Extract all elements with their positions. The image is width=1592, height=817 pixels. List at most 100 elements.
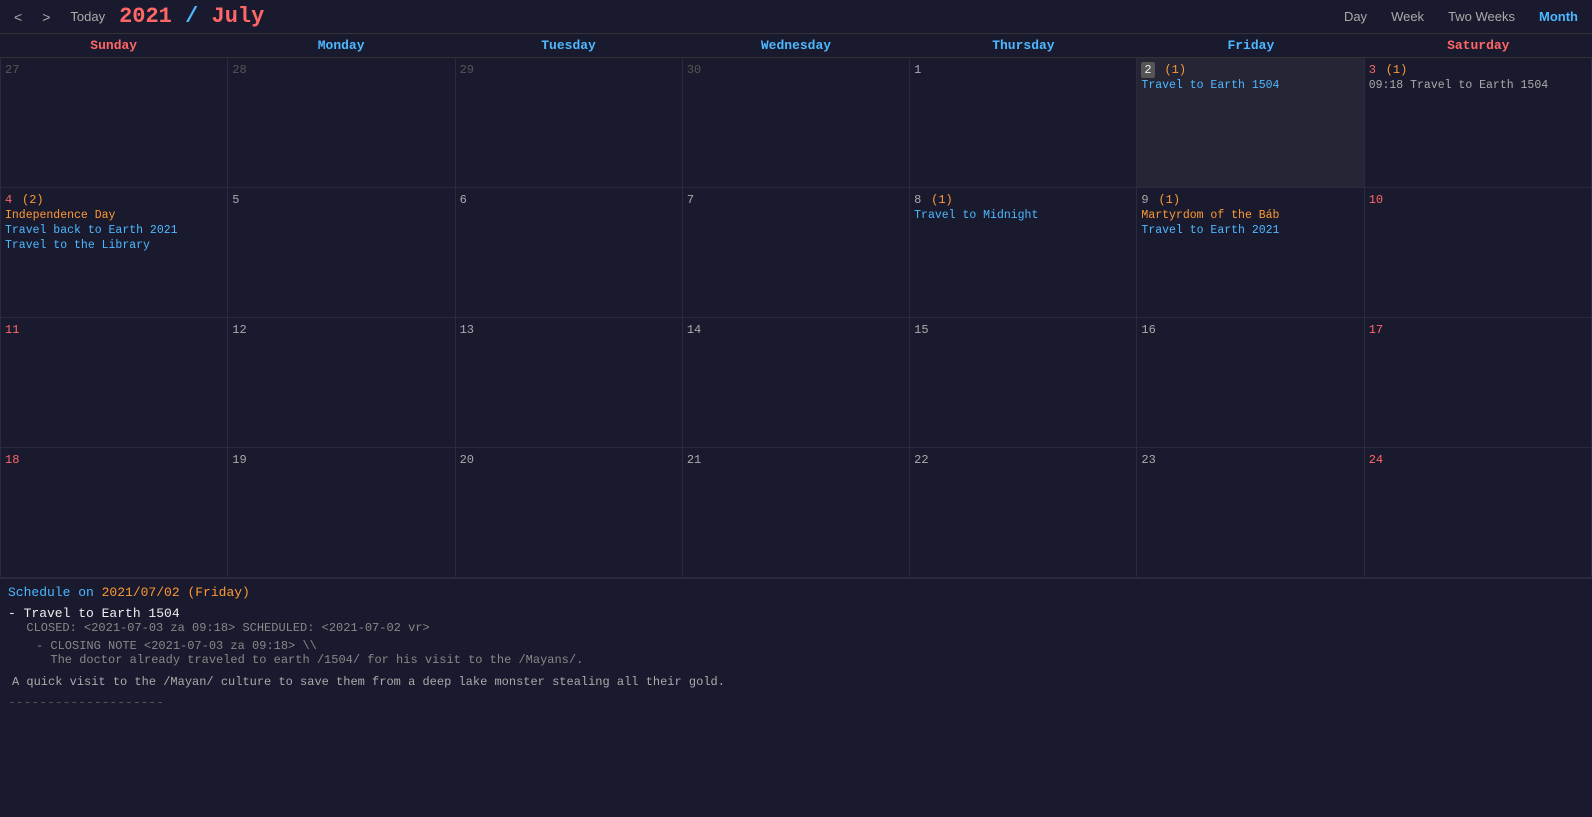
date-jul1: 1 — [914, 63, 921, 77]
event-jul9-1[interactable]: Travel to Earth 2021 — [1141, 224, 1359, 237]
schedule-entry-1: - Travel to Earth 1504 CLOSED: <2021-07-… — [8, 606, 1584, 689]
cell-jul2[interactable]: 2 (1) Travel to Earth 1504 — [1137, 58, 1364, 188]
title-year: 2021 — [119, 4, 172, 29]
view-switcher: Day Week Two Weeks Month — [1338, 7, 1584, 26]
next-button[interactable]: > — [36, 7, 56, 27]
view-month-button[interactable]: Month — [1533, 7, 1584, 26]
today-button[interactable]: Today — [64, 7, 111, 26]
date-jul5: 5 — [232, 193, 239, 207]
cell-jul18[interactable]: 18 — [1, 448, 228, 578]
date-jul17: 17 — [1369, 323, 1383, 337]
header-monday: Monday — [227, 34, 454, 57]
cell-jul11[interactable]: 11 — [1, 318, 228, 448]
cell-jul16[interactable]: 16 — [1137, 318, 1364, 448]
schedule-meta: CLOSED: <2021-07-03 za 09:18> SCHEDULED:… — [12, 621, 1584, 635]
cell-jul20[interactable]: 20 — [456, 448, 683, 578]
cell-jul15[interactable]: 15 — [910, 318, 1137, 448]
view-twoweeks-button[interactable]: Two Weeks — [1442, 7, 1521, 26]
cell-jun27[interactable]: 27 — [1, 58, 228, 188]
date-jul11: 11 — [5, 323, 19, 337]
cell-jul10[interactable]: 10 — [1365, 188, 1592, 318]
date-jul3: 3 — [1369, 63, 1376, 77]
cell-jul9[interactable]: 9 (1) Martyrdom of the Báb Travel to Ear… — [1137, 188, 1364, 318]
event-count-jul2: (1) — [1164, 63, 1186, 77]
title-month: July — [212, 4, 265, 29]
cell-jul23[interactable]: 23 — [1137, 448, 1364, 578]
date-jul18: 18 — [5, 453, 19, 467]
schedule-section: Schedule on 2021/07/02 (Friday) - Travel… — [0, 578, 1592, 716]
event-jul3-1[interactable]: 09:18 Travel to Earth 1504 — [1369, 79, 1587, 92]
view-day-button[interactable]: Day — [1338, 7, 1373, 26]
header-tuesday: Tuesday — [455, 34, 682, 57]
cell-jun28[interactable]: 28 — [228, 58, 455, 188]
date-jun30: 30 — [687, 63, 701, 77]
header-wednesday: Wednesday — [682, 34, 909, 57]
cell-jul4[interactable]: 4 (2) Independence Day Travel back to Ea… — [1, 188, 228, 318]
calendar-title: 2021 / July — [119, 4, 264, 29]
view-week-button[interactable]: Week — [1385, 7, 1430, 26]
date-jun28: 28 — [232, 63, 246, 77]
schedule-desc: A quick visit to the /Mayan/ culture to … — [12, 675, 1584, 689]
date-jul6: 6 — [460, 193, 467, 207]
cell-jun30[interactable]: 30 — [683, 58, 910, 188]
header-friday: Friday — [1137, 34, 1364, 57]
cell-jul24[interactable]: 24 — [1365, 448, 1592, 578]
cell-jul19[interactable]: 19 — [228, 448, 455, 578]
date-jul8: 8 — [914, 193, 921, 207]
schedule-note-1: - CLOSING NOTE <2021-07-03 za 09:18> \\ — [36, 639, 1584, 653]
header-left: < > Today 2021 / July — [8, 4, 264, 29]
date-jul7: 7 — [687, 193, 694, 207]
date-jul23: 23 — [1141, 453, 1155, 467]
cell-jul8[interactable]: 8 (1) Travel to Midnight — [910, 188, 1137, 318]
cell-jul14[interactable]: 14 — [683, 318, 910, 448]
event-jul4-2[interactable]: Travel to the Library — [5, 239, 223, 252]
calendar-grid: 27 28 29 30 1 2 (1) Travel to Earth 1504… — [0, 58, 1592, 578]
date-jul20: 20 — [460, 453, 474, 467]
calendar-header: < > Today 2021 / July Day Week Two Weeks… — [0, 0, 1592, 34]
cell-jun29[interactable]: 29 — [456, 58, 683, 188]
cell-jul3[interactable]: 3 (1) 09:18 Travel to Earth 1504 — [1365, 58, 1592, 188]
date-jul21: 21 — [687, 453, 701, 467]
schedule-date: 2021/07/02 (Friday) — [102, 585, 250, 600]
header-thursday: Thursday — [910, 34, 1137, 57]
header-saturday: Saturday — [1365, 34, 1592, 57]
schedule-separator: -------------------- — [8, 695, 1584, 710]
date-jul22: 22 — [914, 453, 928, 467]
day-header-row: Sunday Monday Tuesday Wednesday Thursday… — [0, 34, 1592, 58]
date-jul14: 14 — [687, 323, 701, 337]
date-jul10: 10 — [1369, 193, 1383, 207]
date-jul16: 16 — [1141, 323, 1155, 337]
date-jul12: 12 — [232, 323, 246, 337]
date-jul9: 9 — [1141, 193, 1148, 207]
event-count-jul8: (1) — [931, 193, 953, 207]
cell-jul17[interactable]: 17 — [1365, 318, 1592, 448]
cell-jul22[interactable]: 22 — [910, 448, 1137, 578]
cell-jul6[interactable]: 6 — [456, 188, 683, 318]
event-count-jul3: (1) — [1386, 63, 1408, 77]
event-jul4-holiday[interactable]: Independence Day — [5, 209, 223, 222]
date-jul24: 24 — [1369, 453, 1383, 467]
event-count-jul4: (2) — [22, 193, 44, 207]
event-jul4-1[interactable]: Travel back to Earth 2021 — [5, 224, 223, 237]
cell-jul5[interactable]: 5 — [228, 188, 455, 318]
cell-jul13[interactable]: 13 — [456, 318, 683, 448]
event-jul8-1[interactable]: Travel to Midnight — [914, 209, 1132, 222]
cell-jul12[interactable]: 12 — [228, 318, 455, 448]
date-jun27: 27 — [5, 63, 19, 77]
schedule-note-2: The doctor already traveled to earth /15… — [36, 653, 1584, 667]
event-jul9-holiday[interactable]: Martyrdom of the Báb — [1141, 209, 1359, 222]
header-sunday: Sunday — [0, 34, 227, 57]
date-jul13: 13 — [460, 323, 474, 337]
cell-jul21[interactable]: 21 — [683, 448, 910, 578]
title-sep: / — [185, 4, 211, 29]
cell-jul7[interactable]: 7 — [683, 188, 910, 318]
schedule-title: Schedule on 2021/07/02 (Friday) — [8, 585, 1584, 600]
date-jun29: 29 — [460, 63, 474, 77]
prev-button[interactable]: < — [8, 7, 28, 27]
cell-jul1[interactable]: 1 — [910, 58, 1137, 188]
event-jul2-1[interactable]: Travel to Earth 1504 — [1141, 79, 1359, 92]
event-count-jul9: (1) — [1158, 193, 1180, 207]
date-jul4: 4 — [5, 193, 12, 207]
date-jul15: 15 — [914, 323, 928, 337]
schedule-entry-title: - Travel to Earth 1504 — [8, 606, 1584, 621]
